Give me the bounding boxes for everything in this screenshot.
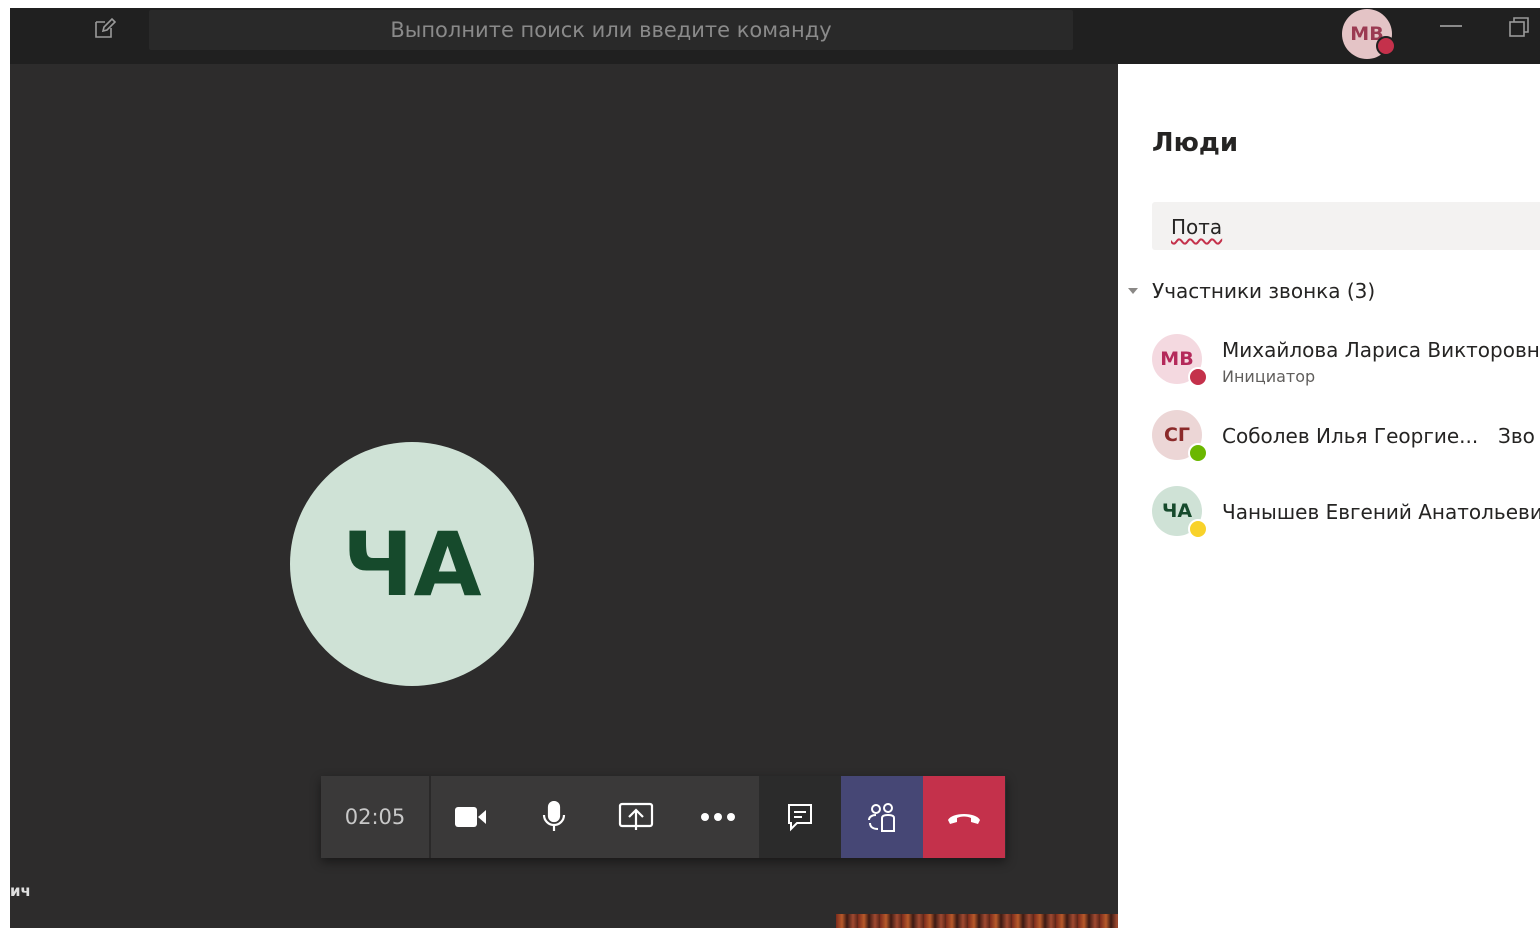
- participant-initials: ЧА: [342, 512, 482, 616]
- participant-item[interactable]: МВ Михайлова Лариса Викторовна Инициатор: [1152, 334, 1540, 388]
- status-available-icon: [1188, 443, 1208, 463]
- participant-name: Соболев Илья Георгие...: [1222, 424, 1479, 448]
- avatar: ЧА: [1152, 486, 1208, 539]
- title-bar: Выполните поиск или введите команду МВ: [10, 8, 1540, 64]
- search-input[interactable]: Выполните поиск или введите команду: [149, 10, 1073, 50]
- participant-name-label: ич: [10, 882, 31, 900]
- avatar-initials: СГ: [1163, 424, 1191, 446]
- avatar-initials: ЧА: [1161, 500, 1193, 522]
- more-options-icon: [701, 813, 735, 821]
- microphone-button[interactable]: [513, 776, 595, 858]
- section-label: Участники звонка (3): [1152, 279, 1376, 303]
- camera-button[interactable]: [431, 776, 513, 858]
- call-controls-bar: 02:05: [321, 776, 1006, 858]
- participant-avatar: ЧА: [290, 442, 534, 686]
- new-chat-icon[interactable]: [92, 17, 117, 41]
- call-participants-section[interactable]: Участники звонка (3): [1128, 279, 1375, 303]
- avatar-initials: МВ: [1160, 348, 1194, 370]
- video-thumbnail[interactable]: [836, 914, 1118, 928]
- share-screen-button[interactable]: [595, 776, 677, 858]
- people-search-value: Пота: [1171, 215, 1223, 239]
- minimize-icon[interactable]: [1440, 25, 1462, 27]
- more-options-button[interactable]: [677, 776, 759, 858]
- profile-avatar[interactable]: МВ: [1342, 9, 1396, 59]
- camera-icon: [455, 807, 486, 827]
- status-busy-icon: [1188, 367, 1208, 387]
- hang-up-button[interactable]: [923, 776, 1005, 858]
- participant-item[interactable]: СГ Соболев Илья Георгие... Зво: [1152, 410, 1540, 464]
- collapse-caret-icon: [1128, 288, 1138, 294]
- status-busy-icon: [1376, 36, 1396, 56]
- participants-button[interactable]: [841, 776, 923, 858]
- avatar: СГ: [1152, 410, 1208, 463]
- call-timer: 02:05: [321, 776, 431, 858]
- hang-up-icon: [948, 814, 980, 824]
- share-screen-icon: [618, 802, 654, 830]
- participant-role: Инициатор: [1222, 367, 1316, 386]
- restore-window-icon[interactable]: [1508, 16, 1530, 38]
- mic-icon: [542, 801, 566, 831]
- people-panel: Люди Пота Участники звонка (3) МВ Михайл…: [1118, 64, 1540, 928]
- participant-call-status: Зво: [1498, 424, 1535, 448]
- panel-title: Люди: [1152, 128, 1239, 158]
- chat-button[interactable]: [759, 776, 841, 858]
- call-stage: ЧА 02:05 ич: [10, 64, 1118, 928]
- participant-name: Чанышев Евгений Анатольевич: [1222, 500, 1540, 524]
- people-search-input[interactable]: Пота: [1152, 202, 1540, 250]
- status-away-icon: [1188, 519, 1208, 539]
- people-icon: [868, 803, 895, 832]
- chat-icon: [788, 804, 812, 832]
- participant-item[interactable]: ЧА Чанышев Евгений Анатольевич: [1152, 486, 1540, 540]
- participant-name: Михайлова Лариса Викторовна: [1222, 338, 1540, 362]
- avatar: МВ: [1152, 334, 1208, 387]
